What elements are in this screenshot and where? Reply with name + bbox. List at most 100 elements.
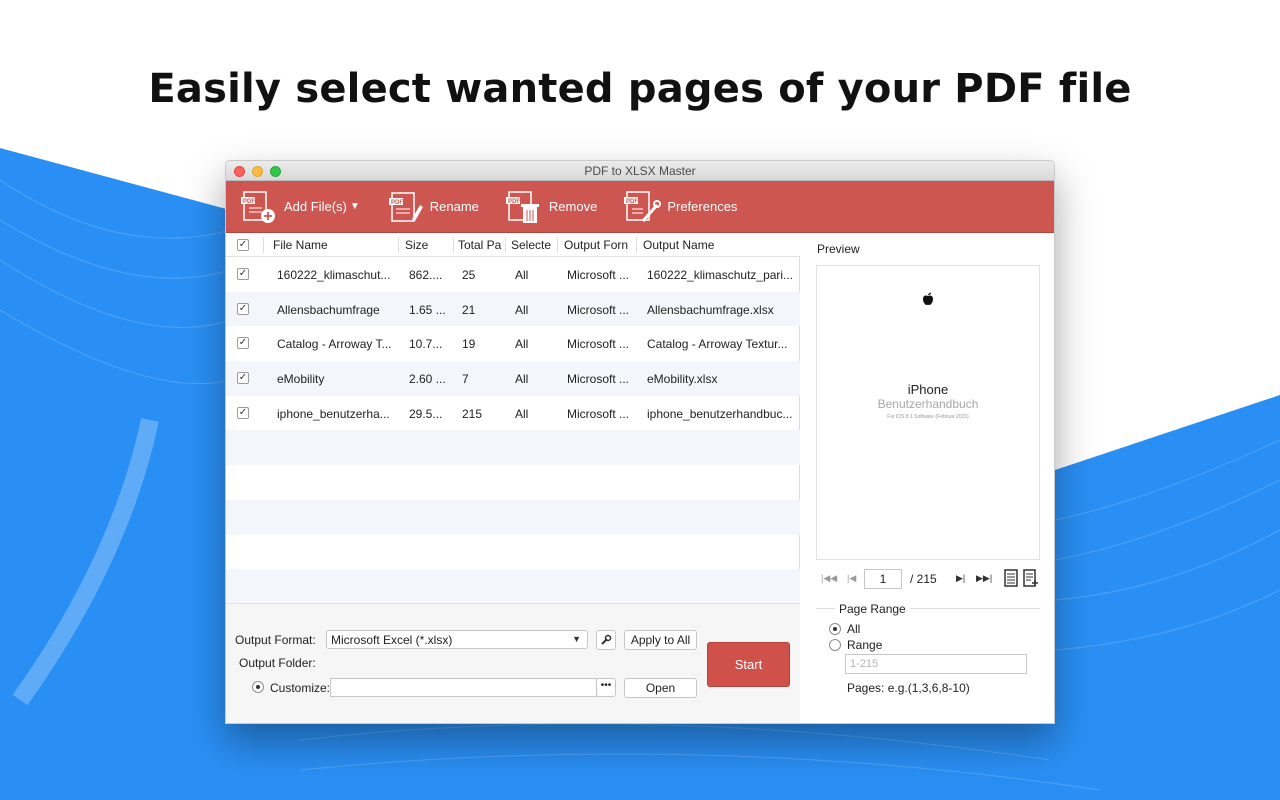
- file-size: 2.60 ...: [409, 372, 446, 387]
- page-navigation: |◀◀ |◀ 1 / 215 ▶| ▶▶|: [821, 569, 1043, 589]
- empty-row: [226, 430, 800, 466]
- output-format: Microsoft ...: [567, 372, 630, 387]
- output-name: Allensbachumfrage.xlsx: [647, 302, 774, 317]
- customize-label: Customize:: [270, 681, 331, 695]
- first-page-icon[interactable]: |◀◀: [821, 573, 837, 584]
- row-checkbox[interactable]: ✓: [237, 372, 249, 385]
- output-settings: Output Format: Microsoft Excel (*.xlsx) …: [226, 603, 800, 723]
- table-row[interactable]: ✓ Catalog - Arroway T... 10.7... 19 All …: [226, 326, 800, 361]
- preferences-button[interactable]: PDF Preferences: [623, 189, 737, 225]
- output-format: Microsoft ...: [567, 268, 630, 282]
- preview-doc-subtitle: Benutzerhandbuch: [877, 397, 979, 411]
- file-table-body: ✓ 160222_klimaschut... 862.... 25 All Mi…: [226, 257, 800, 605]
- add-files-button[interactable]: PDF Add File(s) ▼: [240, 189, 360, 225]
- document-icon[interactable]: [1004, 569, 1018, 587]
- column-header-file-name[interactable]: File Name: [273, 238, 393, 252]
- output-format-label: Output Format:: [235, 633, 316, 647]
- empty-row: [226, 465, 800, 500]
- open-folder-button[interactable]: Open: [624, 678, 697, 698]
- preview-pane: Preview iPhone Benutzerhandbuch Für iOS …: [801, 234, 1054, 723]
- toolbar: PDF Add File(s) ▼ PDF Rename PDF Remove …: [226, 181, 1054, 233]
- app-window: PDF to XLSX Master PDF Add File(s) ▼ PDF: [225, 160, 1055, 724]
- row-checkbox[interactable]: ✓: [237, 302, 249, 315]
- trash-icon: PDF: [505, 190, 539, 223]
- preview-page: iPhone Benutzerhandbuch Für iOS 8.1 Soft…: [816, 265, 1040, 560]
- page-number-input[interactable]: 1: [864, 569, 902, 589]
- total-pages: 25: [462, 268, 476, 282]
- file-name: eMobility: [277, 372, 325, 387]
- output-folder-input[interactable]: [330, 678, 597, 697]
- selected-pages: All: [515, 372, 529, 387]
- column-header-output-format[interactable]: Output Forn: [564, 238, 632, 252]
- row-checkbox[interactable]: ✓: [237, 406, 249, 419]
- empty-row: [226, 535, 800, 570]
- output-name: eMobility.xlsx: [647, 372, 718, 387]
- rename-button[interactable]: PDF Rename: [386, 189, 479, 225]
- add-pdf-icon: PDF: [241, 190, 275, 223]
- headline: Easily select wanted pages of your PDF f…: [148, 66, 1132, 112]
- range-all-label: All: [847, 622, 861, 636]
- table-row[interactable]: ✓ Allensbachumfrage 1.65 ... 21 All Micr…: [226, 291, 800, 327]
- remove-button[interactable]: PDF Remove: [505, 189, 597, 225]
- customize-radio[interactable]: [252, 681, 264, 693]
- column-header-total-pages[interactable]: Total Pa: [458, 238, 502, 252]
- range-all-radio[interactable]: [829, 623, 841, 635]
- preview-doc-note: Für iOS 8.1 Software (Februar 2015): [887, 414, 969, 420]
- total-pages-label: / 215: [910, 572, 937, 586]
- last-page-icon[interactable]: ▶▶|: [976, 573, 992, 584]
- start-button[interactable]: Start: [707, 642, 790, 687]
- browse-folder-button[interactable]: •••: [596, 678, 616, 697]
- remove-label: Remove: [548, 199, 598, 214]
- title-bar: PDF to XLSX Master: [226, 161, 1054, 181]
- output-format-select[interactable]: Microsoft Excel (*.xlsx) ▼: [326, 630, 588, 649]
- apply-to-all-button[interactable]: Apply to All: [624, 630, 697, 650]
- range-custom-radio[interactable]: [829, 639, 841, 651]
- table-row[interactable]: ✓ 160222_klimaschut... 862.... 25 All Mi…: [226, 257, 800, 292]
- total-pages: 21: [462, 302, 476, 317]
- window-title: PDF to XLSX Master: [584, 164, 696, 178]
- column-header-size[interactable]: Size: [405, 238, 449, 252]
- selected-pages: All: [515, 302, 529, 317]
- table-row[interactable]: ✓ iphone_benutzerha... 29.5... 215 All M…: [226, 396, 800, 431]
- output-format: Microsoft ...: [567, 406, 630, 421]
- file-size: 10.7...: [409, 337, 443, 352]
- selected-pages: All: [515, 268, 529, 282]
- range-custom-label: Range: [847, 638, 883, 652]
- row-checkbox[interactable]: ✓: [237, 337, 249, 350]
- page-range-input[interactable]: 1-215: [845, 654, 1027, 674]
- file-size: 29.5...: [409, 406, 443, 421]
- format-settings-button[interactable]: [596, 630, 616, 650]
- empty-row: [226, 499, 800, 535]
- chevron-down-icon: ▼: [572, 634, 581, 644]
- output-folder-label: Output Folder:: [239, 656, 316, 670]
- row-checkbox[interactable]: ✓: [237, 268, 249, 280]
- output-format-value: Microsoft Excel (*.xlsx): [331, 633, 453, 647]
- selected-pages: All: [515, 406, 529, 421]
- column-header-selected[interactable]: Selecte: [511, 238, 555, 252]
- file-list-pane: ✓ File Name Size Total Pa Selecte Output…: [226, 234, 800, 723]
- output-format: Microsoft ...: [567, 337, 630, 352]
- file-name: Catalog - Arroway T...: [277, 337, 392, 352]
- page-range-title: Page Range: [835, 602, 910, 616]
- next-page-icon[interactable]: ▶|: [956, 573, 965, 584]
- table-row[interactable]: ✓ eMobility 2.60 ... 7 All Microsoft ...…: [226, 361, 800, 396]
- column-header-output-name[interactable]: Output Name: [643, 238, 793, 252]
- previous-page-icon[interactable]: |◀: [847, 573, 856, 584]
- empty-row: [226, 569, 800, 604]
- selected-pages: All: [515, 337, 529, 352]
- output-name: 160222_klimaschutz_pari...: [647, 268, 794, 282]
- output-format: Microsoft ...: [567, 302, 630, 317]
- total-pages: 19: [462, 337, 476, 352]
- svg-text:PDF: PDF: [508, 199, 520, 205]
- file-size: 1.65 ...: [409, 302, 446, 317]
- total-pages: 215: [462, 406, 483, 421]
- output-name: iphone_benutzerhandbuc...: [647, 406, 793, 421]
- file-name: 160222_klimaschut...: [277, 268, 391, 282]
- svg-text:PDF: PDF: [626, 199, 638, 205]
- add-page-icon[interactable]: [1023, 569, 1039, 587]
- rename-icon: PDF: [388, 191, 423, 222]
- total-pages: 7: [462, 372, 469, 387]
- preview-label: Preview: [817, 242, 860, 256]
- add-files-label: Add File(s): [284, 199, 347, 214]
- select-all-checkbox[interactable]: ✓: [237, 239, 249, 251]
